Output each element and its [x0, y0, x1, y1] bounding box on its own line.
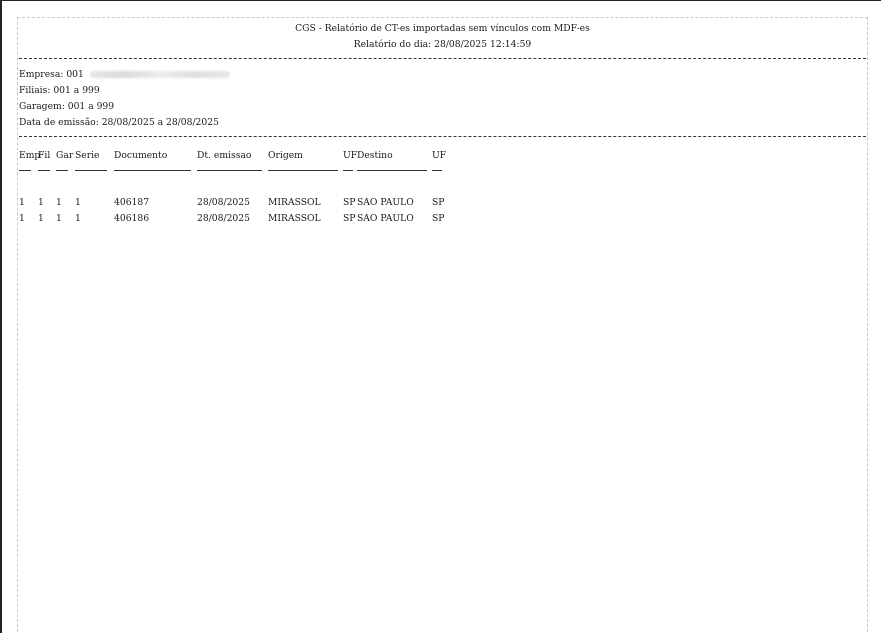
column-header-fil: Fil	[38, 150, 51, 161]
row-2-emp: 1	[19, 213, 25, 224]
column-header-gar: Gar	[56, 150, 74, 161]
row-1-serie: 1	[75, 197, 81, 208]
header-underline-emp	[19, 170, 31, 171]
row-2-uf-origem: SP	[343, 213, 356, 224]
header-underline-destino	[357, 170, 427, 171]
row-2-origem: MIRASSOL	[268, 213, 321, 224]
filter-empresa-label: Empresa: 001	[19, 69, 84, 80]
column-header-uf-destino: UF	[432, 150, 447, 161]
header-underline-serie	[75, 170, 107, 171]
row-2-dt-emissao: 28/08/2025	[197, 213, 250, 224]
row-2-fil: 1	[38, 213, 44, 224]
header-underline-origem	[268, 170, 338, 171]
row-1-emp: 1	[19, 197, 25, 208]
header-underline-fil	[38, 170, 50, 171]
row-1-uf-destino: SP	[432, 197, 445, 208]
filter-filiais: Filiais: 001 a 999	[19, 85, 100, 96]
row-1-destino: SAO PAULO	[357, 197, 414, 208]
column-header-destino: Destino	[357, 150, 393, 161]
column-header-documento: Documento	[114, 150, 168, 161]
column-header-serie: Serie	[75, 150, 100, 161]
header-underline-uf-origem	[343, 170, 353, 171]
row-2-gar: 1	[56, 213, 62, 224]
row-1-origem: MIRASSOL	[268, 197, 321, 208]
row-2-documento: 406186	[114, 213, 150, 224]
filter-empresa: Empresa: 001	[19, 69, 230, 80]
row-2-destino: SAO PAULO	[357, 213, 414, 224]
row-2-uf-destino: SP	[432, 213, 445, 224]
row-1-uf-origem: SP	[343, 197, 356, 208]
redacted-company-name	[89, 71, 230, 78]
separator-top	[19, 58, 866, 59]
report-page: CGS - Relatório de CT-es importadas sem …	[17, 17, 868, 632]
header-underline-documento	[114, 170, 191, 171]
filter-garagem: Garagem: 001 a 999	[19, 101, 115, 112]
row-1-dt-emissao: 28/08/2025	[197, 197, 250, 208]
filter-data-emissao: Data de emissão: 28/08/2025 a 28/08/2025	[19, 117, 219, 128]
row-1-gar: 1	[56, 197, 62, 208]
header-underline-uf-destino	[432, 170, 442, 171]
column-header-origem: Origem	[268, 150, 303, 161]
report-title: CGS - Relatório de CT-es importadas sem …	[295, 23, 590, 34]
column-header-uf-origem: UF	[343, 150, 358, 161]
report-subtitle: Relatório do dia: 28/08/2025 12:14:59	[353, 39, 532, 50]
header-underline-gar	[56, 170, 68, 171]
row-2-serie: 1	[75, 213, 81, 224]
column-header-dt-emissao: Dt. emissao	[197, 150, 252, 161]
row-1-documento: 406187	[114, 197, 150, 208]
header-underline-dt-emissao	[197, 170, 262, 171]
separator-middle	[19, 136, 866, 137]
row-1-fil: 1	[38, 197, 44, 208]
